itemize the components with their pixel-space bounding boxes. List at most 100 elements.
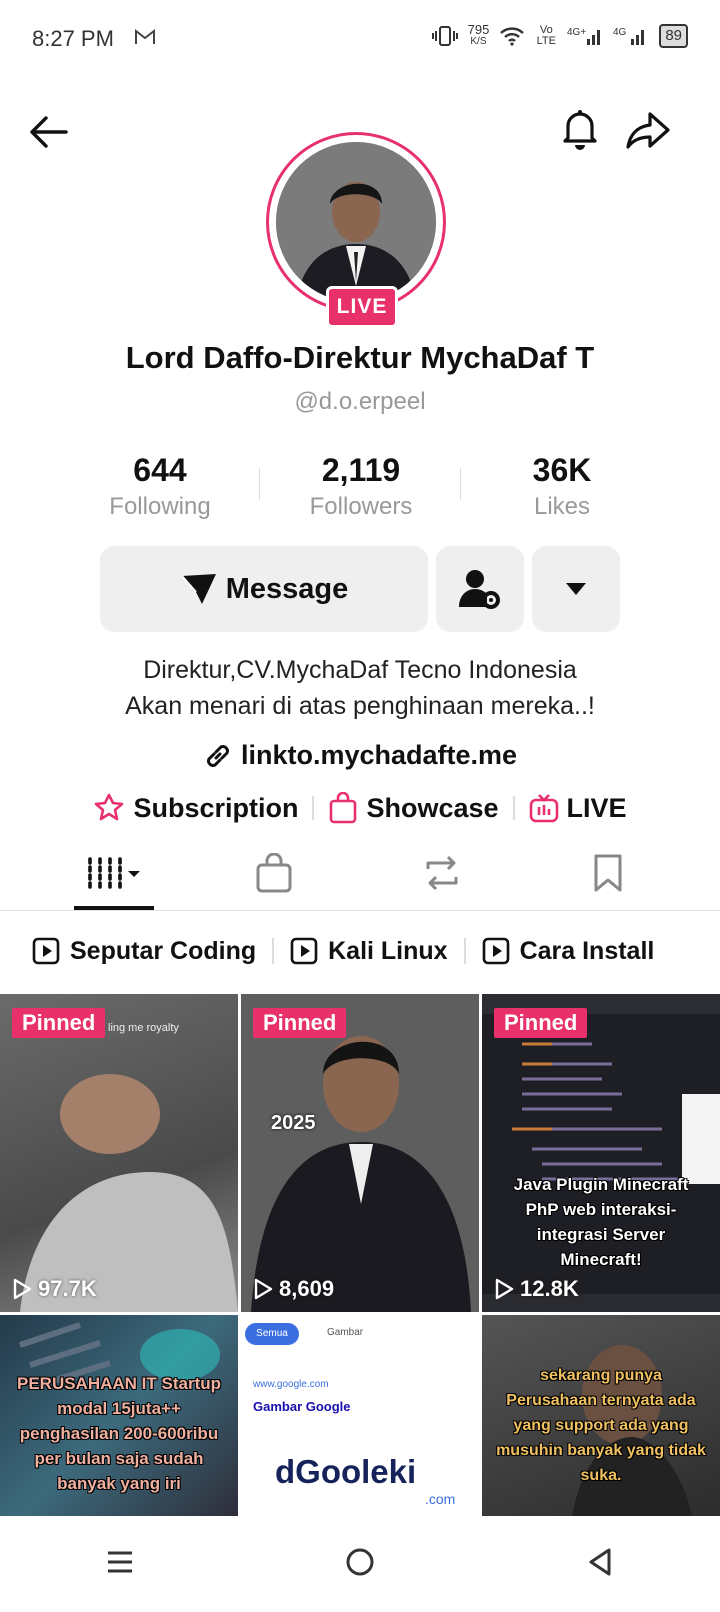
gmail-icon: [134, 26, 156, 52]
video-overlay-text: sekarang punya Perusahaan ternyata ada y…: [496, 1367, 706, 1484]
play-square-icon: [32, 937, 60, 965]
search-tab-images: Gambar: [327, 1327, 364, 1338]
user-settings-icon: [459, 570, 500, 609]
live-link[interactable]: LIVE: [529, 793, 627, 824]
stat-following-label: Following: [109, 493, 211, 520]
stat-likes-label: Likes: [533, 493, 591, 520]
pinned-badge: Pinned: [12, 1008, 106, 1038]
search-tab-all: Semua: [245, 1323, 299, 1345]
logo-text: dGooleki: [275, 1453, 417, 1490]
stat-likes[interactable]: 36K Likes: [462, 452, 662, 521]
pinned-badge: Pinned: [494, 1008, 588, 1038]
bookmark-icon: [594, 854, 622, 892]
friends-settings-button[interactable]: [436, 546, 524, 632]
stat-followers[interactable]: 2,119 Followers: [261, 452, 461, 521]
playlist-label: Cara Install: [519, 936, 655, 965]
result-site: www.google.com: [253, 1379, 329, 1390]
tab-favorites[interactable]: [518, 836, 698, 910]
showcase-label: Showcase: [366, 792, 499, 823]
volte-label: Vo LTE: [536, 24, 556, 47]
battery-indicator: 89: [659, 24, 688, 48]
feature-divider: [512, 796, 515, 820]
play-icon: [495, 1278, 514, 1300]
view-count: 12.8K: [494, 1276, 579, 1302]
message-label: Message: [225, 572, 349, 605]
stat-followers-label: Followers: [309, 493, 413, 520]
tab-shop[interactable]: [184, 836, 364, 910]
playlist-item[interactable]: Seputar Coding: [0, 937, 272, 966]
view-count: 97.7K: [12, 1276, 97, 1302]
more-dropdown-button[interactable]: [532, 546, 620, 632]
link-icon: [207, 744, 229, 767]
status-time: 8:27 PM: [32, 26, 114, 51]
bio-line-2: Akan menari di atas penghinaan mereka..!: [125, 692, 595, 720]
bio-line-1: Direktur,CV.MychaDaf Tecno Indonesia: [143, 656, 577, 684]
video-thumbnail[interactable]: sekarang punya Perusahaan ternyata ada y…: [482, 1315, 720, 1517]
video-thumbnail[interactable]: Semua Gambar www.google.com Gambar Googl…: [241, 1315, 479, 1517]
signal-4g-icon-2: 4G: [613, 27, 645, 45]
tab-videos[interactable]: [24, 836, 204, 910]
tab-active-indicator: [74, 906, 154, 910]
playlist-label: Kali Linux: [328, 936, 448, 965]
stat-following[interactable]: 644 Following: [60, 452, 260, 521]
playlist-item[interactable]: Kali Linux: [274, 937, 463, 966]
tv-live-icon: [529, 794, 558, 823]
avatar[interactable]: [276, 142, 436, 302]
stat-following-count: 644: [133, 452, 187, 488]
shopping-bag-icon: [330, 792, 357, 824]
subscription-label: Subscription: [133, 792, 299, 823]
back-button[interactable]: [585, 1546, 615, 1583]
status-icons: 795 K/S Vo LTE 4G+ 4G 89: [431, 23, 688, 48]
video-thumbnail[interactable]: 2025 Pinned 8,609: [241, 994, 479, 1312]
vibrate-icon: [431, 26, 458, 46]
profile-tabs: [0, 836, 720, 911]
stat-likes-count: 36K: [532, 452, 592, 488]
net-speed: 795 K/S: [468, 23, 490, 48]
playlist-row: Seputar Coding Kali Linux Cara Install: [0, 918, 720, 984]
system-nav-bar: [0, 1516, 720, 1612]
subscription-link[interactable]: Subscription: [93, 793, 298, 824]
live-badge[interactable]: LIVE: [326, 286, 398, 328]
profile-handle: @d.o.erpeel: [294, 388, 426, 415]
video-thumbnail[interactable]: PERUSAHAAN IT Startup modal 15juta++ pen…: [0, 1315, 238, 1517]
menu-lines-icon: [107, 1551, 132, 1572]
view-count-value: 12.8K: [520, 1276, 579, 1301]
wifi-icon: [500, 27, 525, 46]
feature-divider: [312, 796, 315, 820]
play-square-icon: [290, 937, 318, 965]
logo-suffix: .com: [425, 1491, 456, 1507]
video-thumbnail[interactable]: Java Plugin Minecraft PhP web interaksi-…: [482, 994, 720, 1312]
bio-link-text: linkto.mychadafte.me: [240, 740, 518, 770]
bio-link[interactable]: linkto.mychadafte.me: [0, 740, 720, 771]
bell-icon[interactable]: [556, 104, 604, 152]
video-caption-snippet: ling me royalty: [108, 1022, 179, 1034]
home-button[interactable]: [344, 1546, 376, 1583]
video-overlay-text: PERUSAHAAN IT Startup modal 15juta++ pen…: [16, 1374, 221, 1493]
feature-links: Subscription Showcase LIVE: [0, 792, 720, 824]
shopping-bag-icon: [256, 853, 292, 893]
caret-down-icon: [566, 583, 586, 595]
triangle-back-icon: [589, 1548, 611, 1575]
share-icon[interactable]: [624, 106, 672, 154]
showcase-link[interactable]: Showcase: [328, 792, 499, 824]
grid-bars-icon: [88, 857, 140, 889]
play-icon: [13, 1278, 32, 1300]
signal-4g-icon: 4G+: [567, 27, 601, 45]
live-label: LIVE: [566, 792, 627, 823]
back-arrow-icon[interactable]: [24, 108, 72, 156]
stat-divider: [460, 468, 461, 500]
message-button[interactable]: Message: [100, 546, 428, 632]
view-count-value: 97.7K: [38, 1276, 97, 1301]
video-thumbnail[interactable]: ling me royalty Pinned 97.7K: [0, 994, 238, 1312]
result-heading: Gambar Google: [253, 1399, 351, 1414]
playlist-item[interactable]: Cara Install: [466, 937, 671, 966]
view-count: 8,609: [253, 1276, 334, 1302]
net-speed-unit: K/S: [470, 36, 487, 47]
recents-button[interactable]: [105, 1547, 135, 1582]
repost-icon: [426, 855, 458, 891]
svg-text:4G+: 4G+: [567, 27, 586, 38]
pinned-badge: Pinned: [253, 1008, 347, 1038]
stat-followers-count: 2,119: [321, 452, 401, 488]
view-count-value: 8,609: [279, 1276, 335, 1301]
tab-reposts[interactable]: [352, 836, 532, 910]
